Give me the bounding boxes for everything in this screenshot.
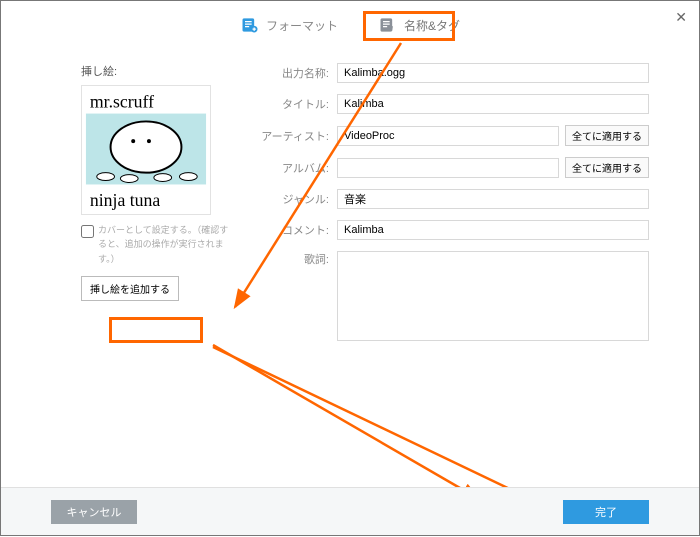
artwork-thumbnail[interactable]: mr.scruff ninja tuna	[81, 85, 211, 215]
cover-option[interactable]: カバーとして設定する。（確認すると、追加の操作が実行されます。）	[81, 223, 231, 266]
lyrics-textarea[interactable]	[337, 251, 649, 341]
tab-format[interactable]: フォーマット	[240, 15, 338, 35]
comment-input[interactable]	[337, 220, 649, 240]
tab-name-tags-label: 名称&タグ	[404, 17, 460, 34]
footer: キャンセル 完了	[1, 487, 699, 535]
title-label: タイトル:	[257, 96, 337, 112]
artwork-title-top: mr.scruff	[90, 92, 154, 112]
output-name-label: 出力名称:	[257, 65, 337, 81]
close-button[interactable]: ✕	[675, 9, 687, 26]
genre-label: ジャンル:	[257, 191, 337, 207]
name-tags-icon	[378, 15, 398, 35]
apply-all-artist-button[interactable]: 全てに適用する	[565, 125, 649, 146]
output-name-input[interactable]	[337, 63, 649, 83]
tab-format-label: フォーマット	[266, 17, 338, 34]
genre-input[interactable]	[337, 189, 649, 209]
artwork-title-bottom: ninja tuna	[90, 190, 161, 210]
cover-checkbox[interactable]	[81, 225, 94, 238]
tab-name-tags[interactable]: 名称&タグ	[378, 15, 460, 35]
artwork-label: 挿し絵:	[81, 63, 231, 79]
add-artwork-button[interactable]: 挿し絵を追加する	[81, 276, 179, 301]
cover-option-text: カバーとして設定する。（確認すると、追加の操作が実行されます。）	[98, 223, 231, 266]
artist-input[interactable]	[337, 126, 559, 146]
comment-label: コメント:	[257, 222, 337, 238]
album-input[interactable]	[337, 158, 559, 178]
lyrics-label: 歌詞:	[257, 251, 337, 267]
tab-bar: フォーマット 名称&タグ	[1, 1, 699, 43]
format-icon	[240, 15, 260, 35]
cancel-button[interactable]: キャンセル	[51, 500, 137, 524]
apply-all-album-button[interactable]: 全てに適用する	[565, 157, 649, 178]
done-button[interactable]: 完了	[563, 500, 649, 524]
album-label: アルバム:	[257, 160, 337, 176]
artist-label: アーティスト:	[257, 128, 337, 144]
title-input[interactable]	[337, 94, 649, 114]
